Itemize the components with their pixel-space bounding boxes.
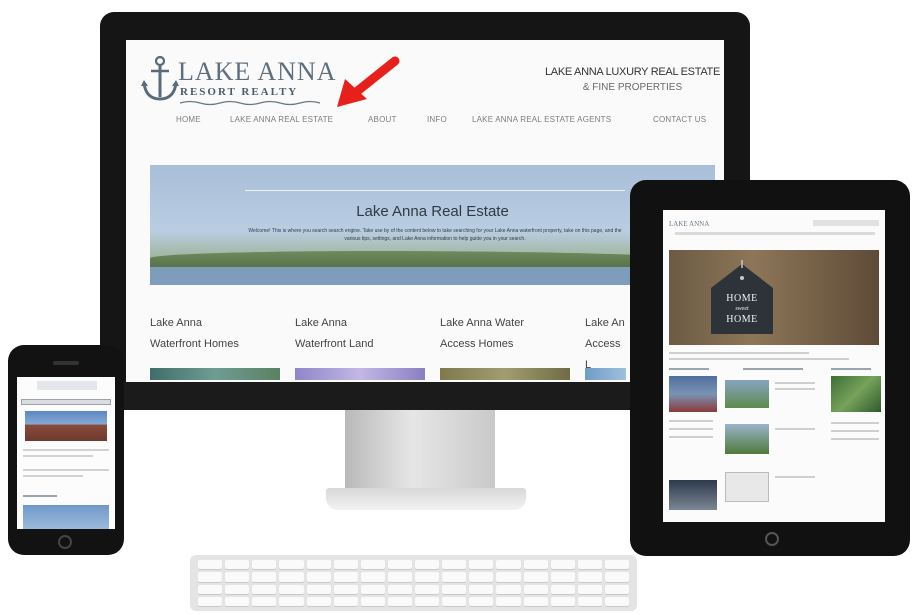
category-line2: Access Homes [440,338,514,350]
sign-line-home-2: HOME [726,314,758,325]
phone-hero-image [25,411,107,441]
monitor-stand [345,410,495,492]
listing-image[interactable] [725,424,769,454]
category-water-access-land[interactable]: Lake An Access L [585,313,625,376]
category-line1: Lake Anna Water [440,317,524,329]
red-arrow-icon [337,56,400,107]
category-thumbnail[interactable] [440,368,570,380]
site-logo[interactable]: LAKE ANNA RESORT REALTY [140,55,336,106]
keyboard [190,555,637,611]
nav-info[interactable]: INFO [427,115,447,124]
monitor-stand-base [326,488,526,510]
hero-text: Welcome! This is where you search search… [248,228,622,242]
text-line [669,436,713,438]
text-line [669,358,849,360]
tablet-screen: LAKE ANNA [663,210,885,522]
tablet-device: LAKE ANNA [630,180,910,556]
site-tagline-sub: & FINE PROPERTIES [582,82,683,93]
category-waterfront-land[interactable]: Lake Anna Waterfront Land [295,313,420,355]
map-image[interactable] [725,472,769,502]
category-water-access-homes[interactable]: Lake Anna Water Access Homes [440,313,565,355]
phone-listing-image[interactable] [23,505,109,529]
anchor-icon [141,55,179,101]
text-line [669,428,713,430]
text-line [23,455,93,457]
phone-menu-bar[interactable] [21,399,111,405]
listing-image[interactable] [669,480,717,510]
tablet-logo[interactable]: LAKE ANNA [669,220,709,228]
sign-line-home: HOME [726,293,758,304]
section-heading [23,495,57,497]
category-line1: Lake Anna [150,317,202,329]
text-line [23,469,109,471]
tablet-tagline [813,220,879,226]
nav-about[interactable]: ABOUT [368,115,397,124]
nav-home[interactable]: HOME [176,115,201,124]
listing-image[interactable] [669,376,717,412]
text-line [23,475,83,477]
home-button-icon[interactable] [765,532,779,546]
text-line [831,438,879,440]
column-heading [669,368,709,370]
category-thumbnail[interactable] [585,368,626,380]
category-thumbnail[interactable] [295,368,425,380]
home-sign-text: HOME sweet HOME [707,260,777,338]
text-line [775,388,815,390]
sign-line-sweet: sweet [735,306,749,312]
site-tagline: LAKE ANNA LUXURY REAL ESTATE [544,66,720,78]
text-line [831,422,879,424]
phone-logo[interactable] [37,381,97,390]
column-heading [831,368,871,370]
category-thumbnail[interactable] [150,368,280,380]
hero-divider [245,190,625,191]
logo-wordmark: LAKE ANNA [178,57,337,86]
category-line2: Waterfront Homes [150,338,239,350]
nav-contact-us[interactable]: CONTACT US [653,115,706,124]
text-line [775,382,815,384]
logo-wave [180,100,320,106]
logo-subtitle: RESORT REALTY [180,86,299,98]
nav-lake-anna-real-estate[interactable]: LAKE ANNA REAL ESTATE [230,115,333,124]
text-line [669,420,713,422]
category-waterfront-homes[interactable]: Lake Anna Waterfront Homes [150,313,275,355]
tablet-nav[interactable] [675,232,875,235]
category-line1: Lake An [585,317,625,329]
phone-speaker [53,361,79,365]
phone-device [8,345,124,555]
category-line1: Lake Anna [295,317,347,329]
text-line [831,430,879,432]
text-line [23,449,109,451]
text-line [775,428,815,430]
text-line [775,476,815,478]
listing-image[interactable] [725,380,769,408]
listing-image[interactable] [831,376,881,412]
home-button-icon[interactable] [58,535,72,549]
phone-screen [17,377,115,529]
text-line [669,352,809,354]
nav-agents[interactable]: LAKE ANNA REAL ESTATE AGENTS [472,115,611,124]
category-line2: Waterfront Land [295,338,374,350]
column-heading [743,368,803,370]
